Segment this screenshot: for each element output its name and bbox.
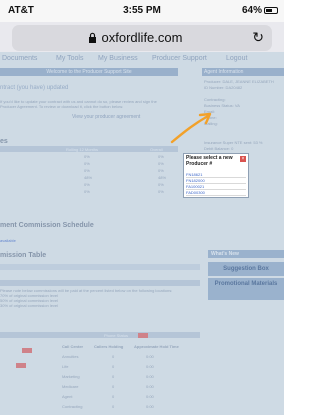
status-bar: AT&T 3:55 PM 64%: [0, 0, 284, 22]
battery-level: [266, 9, 273, 12]
popup-title: Please select a new Producer #: [186, 155, 233, 167]
browser-frame: AT&T 3:55 PM 64% oxfordlife.com ↻ Docume…: [0, 0, 284, 415]
producer-option[interactable]: FAD00300: [186, 190, 246, 196]
address-bar[interactable]: oxfordlife.com ↻: [12, 25, 272, 51]
producer-select-popup: Please select a new Producer # × FN18621…: [183, 153, 249, 198]
url-text: oxfordlife.com: [101, 30, 183, 45]
close-icon[interactable]: ×: [240, 156, 246, 162]
web-page: Documents My Tools My Business Producer …: [0, 52, 284, 415]
arrow-annotation-icon: [170, 112, 212, 144]
reload-icon[interactable]: ↻: [252, 29, 264, 46]
battery-icon: [264, 7, 278, 14]
modal-overlay: [0, 52, 284, 415]
battery-percent: 64%: [241, 5, 262, 16]
